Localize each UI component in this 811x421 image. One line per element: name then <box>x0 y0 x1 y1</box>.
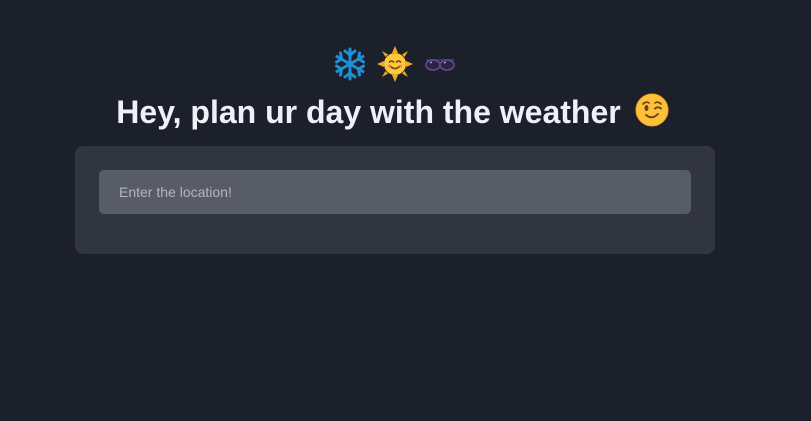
sunglasses-icon <box>423 54 457 74</box>
weather-app: Hey, plan ur day with the weather <box>0 0 811 421</box>
title-row: Hey, plan ur day with the weather <box>0 92 785 132</box>
emoji-row <box>0 46 790 82</box>
smiling-sun-icon <box>377 46 413 82</box>
winking-face-icon <box>635 93 669 132</box>
location-search-input[interactable] <box>99 170 691 214</box>
snowflake-icon <box>333 47 367 81</box>
search-card <box>75 146 715 254</box>
page-title: Hey, plan ur day with the weather <box>116 94 621 130</box>
